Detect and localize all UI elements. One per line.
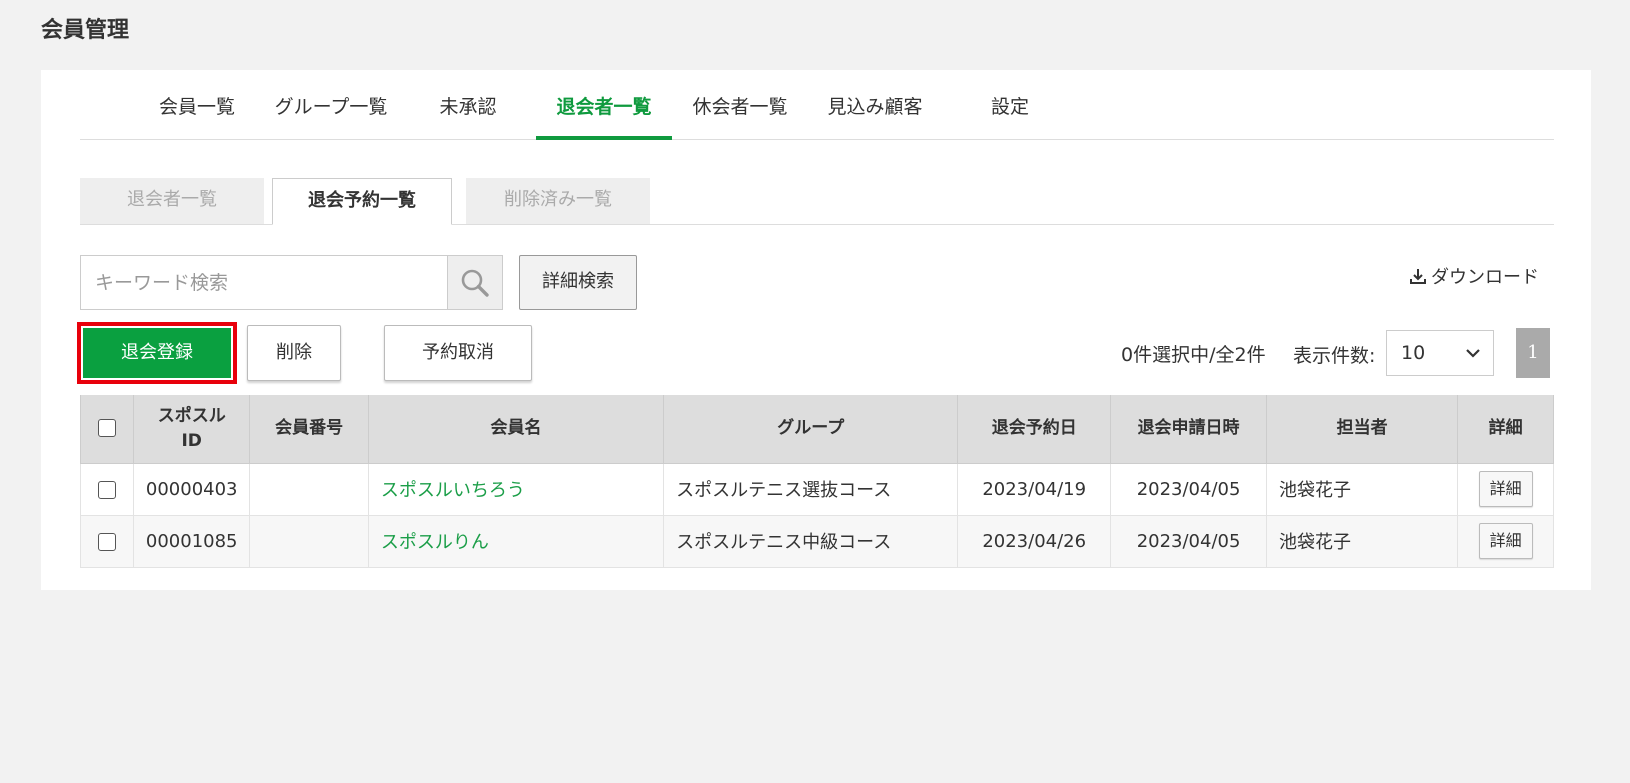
cell-staff: 池袋花子	[1266, 514, 1459, 568]
subtab-deleted-list[interactable]: 削除済み一覧	[466, 178, 650, 224]
cell-group: スポスルテニス選抜コース	[663, 462, 959, 516]
detail-search-button[interactable]: 詳細検索	[519, 255, 637, 310]
detail-button[interactable]: 詳細	[1478, 523, 1533, 559]
header-select-all[interactable]	[80, 395, 134, 464]
download-label: ダウンロード	[1431, 267, 1539, 288]
page-title: 会員管理	[41, 18, 130, 43]
detail-button[interactable]: 詳細	[1478, 471, 1533, 507]
search-input[interactable]	[81, 256, 448, 309]
tab-unapproved[interactable]: 未承認	[435, 92, 501, 140]
tab-withdrawn-list[interactable]: 退会者一覧	[536, 92, 672, 140]
tab-suspended-list[interactable]: 休会者一覧	[688, 92, 792, 140]
tab-member-list[interactable]: 会員一覧	[159, 92, 235, 140]
cell-member-no	[249, 514, 369, 568]
download-icon	[1410, 269, 1426, 284]
table-header-row: スポスル ID 会員番号 会員名 グループ 退会予約日 退会申請日時 担当者 詳細	[80, 395, 1554, 464]
pagination-page[interactable]: 1	[1516, 328, 1550, 378]
select-all-checkbox[interactable]	[98, 419, 116, 438]
tab-group-list[interactable]: グループ一覧	[272, 92, 390, 140]
cell-id: 00001085	[132, 514, 251, 568]
cell-applied-at: 2023/04/05	[1110, 514, 1268, 568]
header-applied-at: 退会申請日時	[1110, 395, 1268, 464]
per-page-value: 10	[1401, 342, 1426, 364]
cell-reserved-date: 2023/04/19	[957, 462, 1112, 516]
cell-reserved-date: 2023/04/26	[957, 514, 1112, 568]
cell-group: スポスルテニス中級コース	[663, 514, 959, 568]
chevron-down-icon	[1465, 331, 1481, 391]
main-tabs: 会員一覧 グループ一覧 未承認 退会者一覧 休会者一覧 見込み顧客 設定	[80, 70, 1554, 140]
header-id: スポスル ID	[132, 395, 251, 464]
header-detail: 詳細	[1457, 395, 1554, 464]
tab-settings[interactable]: 設定	[986, 92, 1034, 140]
cell-staff: 池袋花子	[1266, 462, 1459, 516]
selection-count: 0件選択中/全2件	[1121, 344, 1266, 366]
tab-prospects[interactable]: 見込み顧客	[823, 92, 927, 140]
cell-member-no	[249, 462, 369, 516]
header-group: グループ	[663, 395, 959, 464]
withdrawal-reservation-table: スポスル ID 会員番号 会員名 グループ 退会予約日 退会申請日時 担当者 詳細…	[80, 395, 1554, 568]
cell-applied-at: 2023/04/05	[1110, 462, 1268, 516]
row-checkbox[interactable]	[98, 532, 116, 551]
delete-button[interactable]: 削除	[247, 325, 341, 381]
per-page-label: 表示件数:	[1293, 345, 1376, 367]
table-row: 00001085 スポスルりん スポスルテニス中級コース 2023/04/26 …	[80, 514, 1554, 568]
search-box	[80, 255, 503, 310]
header-reserved-date: 退会予約日	[957, 395, 1112, 464]
withdrawal-register-button[interactable]: 退会登録	[83, 328, 231, 378]
per-page-select[interactable]: 10	[1386, 330, 1494, 376]
search-button[interactable]	[447, 256, 502, 309]
content-card: 会員一覧 グループ一覧 未承認 退会者一覧 休会者一覧 見込み顧客 設定 退会者…	[41, 70, 1591, 590]
header-staff: 担当者	[1266, 395, 1459, 464]
table-row: 00000403 スポスルいちろう スポスルテニス選抜コース 2023/04/1…	[80, 462, 1554, 516]
cell-id: 00000403	[132, 462, 251, 516]
member-name-link[interactable]: スポスルりん	[367, 514, 665, 568]
header-member-name: 会員名	[367, 395, 665, 464]
member-name-link[interactable]: スポスルいちろう	[367, 462, 665, 516]
register-highlight: 退会登録	[77, 322, 237, 384]
subtab-withdrawn-list[interactable]: 退会者一覧	[80, 178, 264, 224]
search-icon	[461, 269, 489, 297]
cancel-reservation-button[interactable]: 予約取消	[384, 325, 532, 381]
download-link[interactable]: ダウンロード	[1409, 263, 1539, 289]
row-checkbox[interactable]	[98, 480, 116, 499]
sub-tabs: 退会者一覧 退会予約一覧 削除済み一覧	[80, 178, 1554, 225]
header-member-no: 会員番号	[249, 395, 369, 464]
subtab-withdrawal-reservations[interactable]: 退会予約一覧	[272, 178, 452, 225]
